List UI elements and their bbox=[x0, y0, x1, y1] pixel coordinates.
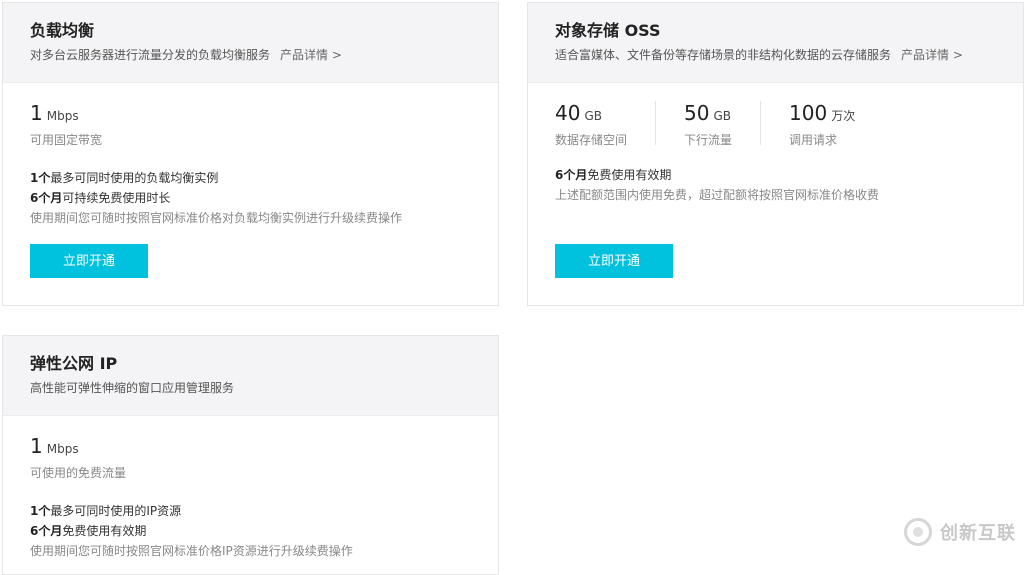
slb-duration-line: 6个月可持续免费使用时长 bbox=[30, 188, 498, 208]
eip-note: 使用期间您可随时按照官网标准价格IP资源进行升级续费操作 bbox=[30, 544, 353, 558]
slb-description: 对多台云服务器进行流量分发的负载均衡服务 产品详情 > bbox=[30, 47, 498, 63]
oss-traffic-value: 50 bbox=[684, 101, 710, 125]
oss-traffic-label: 下行流量 bbox=[684, 133, 733, 147]
slb-duration-text: 可持续免费使用时长 bbox=[62, 191, 171, 205]
oss-description: 适合富媒体、文件备份等存储场景的非结构化数据的云存储服务 产品详情 > bbox=[555, 47, 1023, 63]
slb-instance-line: 1个最多可同时使用的负载均衡实例 bbox=[30, 168, 498, 188]
watermark-text: 创新互联 bbox=[940, 523, 1016, 544]
watermark: 创新互联 bbox=[904, 518, 1016, 546]
slb-card-body: 1 Mbps 可用固定带宽 1个最多可同时使用的负载均衡实例 6个月可持续免费使用… bbox=[3, 83, 498, 228]
oss-validity-line: 6个月免费使用有效期 bbox=[555, 165, 1023, 185]
oss-metric-storage: 40 GB 数据存储空间 bbox=[555, 101, 657, 147]
eip-bandwidth-value: 1 bbox=[30, 434, 43, 458]
slb-card: 负载均衡 对多台云服务器进行流量分发的负载均衡服务 产品详情 > 1 Mbps 可用… bbox=[2, 2, 499, 306]
slb-bandwidth-value: 1 bbox=[30, 101, 43, 125]
oss-requests-unit: 万次 bbox=[831, 109, 856, 123]
eip-bandwidth: 1 Mbps bbox=[30, 434, 498, 458]
oss-desc-text: 适合富媒体、文件备份等存储场景的非结构化数据的云存储服务 bbox=[555, 48, 892, 62]
eip-card: 弹性公网 IP 高性能可弹性伸缩的窗口应用管理服务 1 Mbps 可使用的免费流量… bbox=[2, 335, 499, 575]
slb-desc-text: 对多台云服务器进行流量分发的负载均衡服务 bbox=[30, 48, 271, 62]
slb-bandwidth: 1 Mbps bbox=[30, 101, 498, 125]
slb-detail-link[interactable]: 产品详情 > bbox=[280, 48, 342, 62]
slb-instance-count: 1个 bbox=[30, 171, 51, 185]
eip-validity-line: 6个月免费使用有效期 bbox=[30, 521, 498, 541]
eip-validity-value: 6个月 bbox=[30, 524, 63, 538]
oss-validity-value: 6个月 bbox=[555, 168, 588, 182]
oss-metric-traffic: 50 GB 下行流量 bbox=[684, 101, 762, 147]
oss-validity-text: 免费使用有效期 bbox=[587, 168, 672, 182]
slb-bandwidth-unit: Mbps bbox=[46, 109, 79, 123]
oss-requests-value: 100 bbox=[789, 101, 828, 125]
eip-card-header: 弹性公网 IP 高性能可弹性伸缩的窗口应用管理服务 bbox=[3, 336, 498, 416]
oss-activate-button[interactable]: 立即开通 bbox=[555, 244, 673, 278]
oss-storage-value: 40 bbox=[555, 101, 581, 125]
watermark-logo-icon bbox=[904, 518, 932, 546]
slb-card-header: 负载均衡 对多台云服务器进行流量分发的负载均衡服务 产品详情 > bbox=[3, 3, 498, 83]
oss-card-body: 40 GB 数据存储空间 50 GB 下行流量 100 万次 调用请求 6个月免费使用… bbox=[528, 83, 1023, 205]
eip-ip-text: 最多可同时使用的IP资源 bbox=[50, 504, 182, 518]
slb-instance-text: 最多可同时使用的负载均衡实例 bbox=[50, 171, 219, 185]
oss-metrics: 40 GB 数据存储空间 50 GB 下行流量 100 万次 调用请求 bbox=[555, 101, 1023, 147]
eip-description: 高性能可弹性伸缩的窗口应用管理服务 bbox=[30, 380, 498, 396]
eip-title: 弹性公网 IP bbox=[30, 354, 118, 373]
oss-note: 上述配额范围内使用免费，超过配额将按照官网标准价格收费 bbox=[555, 188, 880, 202]
eip-ip-count: 1个 bbox=[30, 504, 51, 518]
oss-storage-unit: GB bbox=[584, 109, 602, 123]
eip-desc-text: 高性能可弹性伸缩的窗口应用管理服务 bbox=[30, 381, 235, 395]
eip-bandwidth-label: 可使用的免费流量 bbox=[30, 466, 127, 480]
oss-storage-label: 数据存储空间 bbox=[555, 133, 628, 147]
oss-requests-label: 调用请求 bbox=[789, 133, 838, 147]
oss-card: 对象存储 OSS 适合富媒体、文件备份等存储场景的非结构化数据的云存储服务 产品详… bbox=[527, 2, 1024, 306]
eip-ip-line: 1个最多可同时使用的IP资源 bbox=[30, 501, 498, 521]
oss-detail-link[interactable]: 产品详情 > bbox=[901, 48, 963, 62]
slb-title: 负载均衡 bbox=[30, 21, 95, 40]
eip-card-body: 1 Mbps 可使用的免费流量 1个最多可同时使用的IP资源 6个月免费使用有效期… bbox=[3, 416, 498, 561]
eip-validity-text: 免费使用有效期 bbox=[62, 524, 147, 538]
oss-metric-requests: 100 万次 调用请求 bbox=[789, 101, 883, 147]
slb-bandwidth-label: 可用固定带宽 bbox=[30, 133, 103, 147]
oss-title: 对象存储 OSS bbox=[555, 21, 661, 40]
slb-activate-button[interactable]: 立即开通 bbox=[30, 244, 148, 278]
oss-traffic-unit: GB bbox=[713, 109, 731, 123]
slb-note: 使用期间您可随时按照官网标准价格对负载均衡实例进行升级续费操作 bbox=[30, 211, 403, 225]
slb-duration-value: 6个月 bbox=[30, 191, 63, 205]
oss-card-header: 对象存储 OSS 适合富媒体、文件备份等存储场景的非结构化数据的云存储服务 产品详… bbox=[528, 3, 1023, 83]
eip-bandwidth-unit: Mbps bbox=[46, 442, 79, 456]
